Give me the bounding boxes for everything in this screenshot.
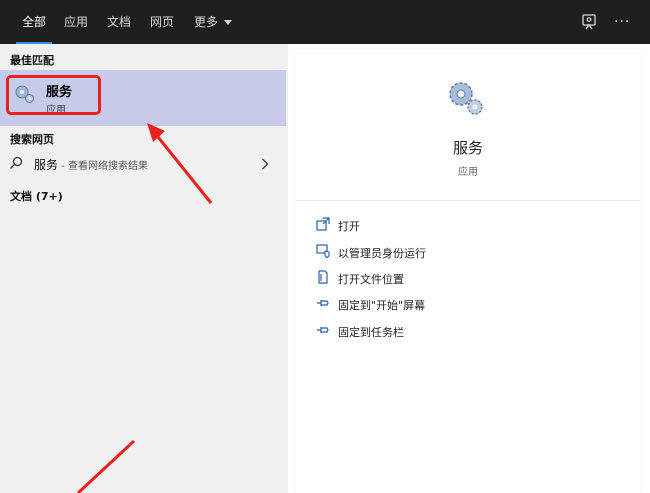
detail-title: 服务 bbox=[452, 139, 483, 157]
caret-down-icon bbox=[224, 20, 233, 25]
web-search-heading: 搜索网页 bbox=[10, 133, 54, 146]
divider bbox=[296, 200, 640, 201]
feedback-icon[interactable] bbox=[580, 13, 598, 31]
detail-panel: 服务 应用 打开 以管理员身份运行 打开文件位置 固定到"开始"屏幕 固定到任务… bbox=[296, 54, 640, 493]
tab-apps[interactable]: 应用 bbox=[64, 0, 88, 44]
search-scope-bar: 全部 应用 文档 网页 更多 ··· bbox=[0, 0, 650, 44]
run-as-admin-icon bbox=[316, 244, 330, 258]
tab-more[interactable]: 更多 bbox=[194, 0, 233, 44]
pin-icon bbox=[317, 327, 329, 333]
detail-subtitle: 应用 bbox=[458, 167, 478, 178]
tab-web[interactable]: 网页 bbox=[150, 0, 174, 44]
search-window: 全部 应用 文档 网页 更多 ··· 最佳匹配 服务 应用 搜索网页 服务 - … bbox=[0, 0, 650, 493]
open-icon bbox=[316, 217, 330, 231]
search-icon bbox=[10, 156, 23, 169]
file-location-icon bbox=[318, 270, 328, 284]
highlight-box bbox=[6, 75, 101, 115]
results-panel: 最佳匹配 服务 应用 搜索网页 服务 - 查看网络搜索结果 文档 (7+) bbox=[0, 44, 288, 493]
web-search-item[interactable]: 服务 - 查看网络搜索结果 bbox=[0, 150, 286, 178]
chevron-right-icon[interactable] bbox=[261, 158, 269, 170]
tab-all[interactable]: 全部 bbox=[15, 0, 53, 44]
more-options-icon[interactable]: ··· bbox=[614, 14, 630, 30]
web-search-hint: - 查看网络搜索结果 bbox=[58, 161, 148, 172]
web-search-term: 服务 bbox=[34, 158, 59, 172]
best-match-heading: 最佳匹配 bbox=[10, 54, 54, 67]
tab-documents[interactable]: 文档 bbox=[107, 0, 131, 44]
pin-icon bbox=[317, 300, 329, 306]
documents-heading: 文档 (7+) bbox=[10, 190, 63, 203]
services-gear-icon bbox=[449, 82, 483, 115]
